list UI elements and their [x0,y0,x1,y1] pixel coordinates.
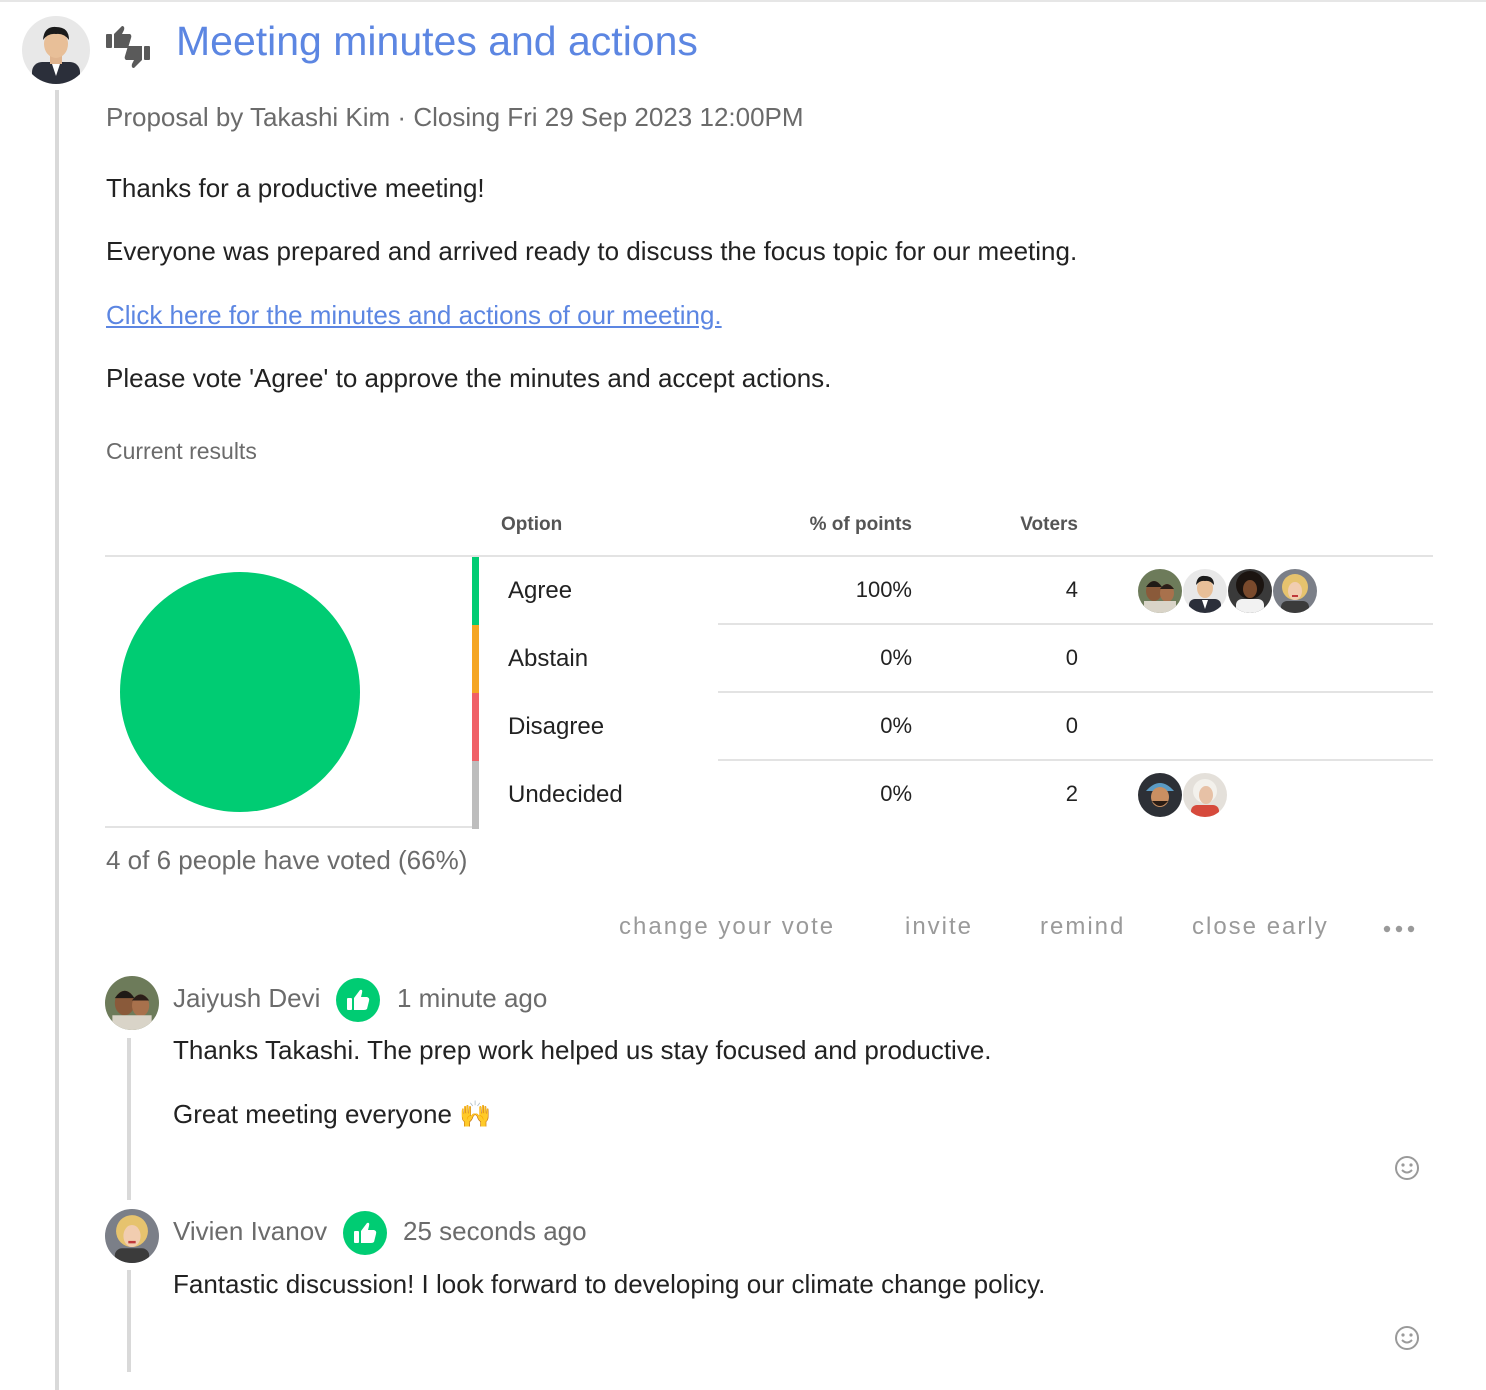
result-row-undecided: Undecided 0% 2 [472,761,1433,829]
body-paragraph: Everyone was prepared and arrived ready … [106,236,1078,266]
voted-summary: 4 of 6 people have voted (66%) [106,845,468,875]
comment-text: Thanks Takashi. The prep work helped us … [173,1035,992,1065]
pie-slice-agree [120,572,360,812]
body-paragraph: Please vote 'Agree' to approve the minut… [106,363,832,393]
thumbs-up-icon [336,978,380,1022]
option-voter-count: 2 [1065,781,1078,806]
option-color-bar [472,557,479,625]
option-voter-count: 0 [1065,645,1078,670]
voter-3-avatar[interactable] [1227,568,1273,614]
comment-timestamp: 1 minute ago [397,983,548,1013]
comment-author[interactable]: Jaiyush Devi [173,983,320,1014]
option-color-bar [472,693,479,761]
results-heading: Current results [106,438,257,464]
option-percent: 100% [855,577,912,602]
results-table: Option % of points Voters Agree 100% 4 A… [105,500,1433,830]
result-row-agree: Agree 100% 4 [472,557,1433,625]
option-percent: 0% [880,713,912,738]
author-avatar[interactable] [22,16,90,84]
jaiyush-devi-avatar[interactable] [1137,568,1183,614]
voter-5-avatar[interactable] [1137,772,1183,818]
option-label: Agree [508,577,573,604]
option-color-bar [472,761,479,829]
header-voters: Voters [1020,514,1078,535]
results-pie-chart [105,557,472,828]
voter-6-avatar[interactable] [1182,772,1228,818]
top-border [0,0,1486,2]
change-vote-button[interactable]: change your vote [619,913,835,941]
takashi-kim-avatar[interactable] [1182,568,1228,614]
poll-title[interactable]: Meeting minutes and actions [176,18,698,65]
thread-line [127,1038,131,1200]
option-label: Abstain [508,645,589,672]
poll-meta: Proposal by Takashi Kim · Closing Fri 29… [106,102,804,132]
divider [105,826,472,828]
header-option: Option [501,514,563,535]
more-horizontal-icon[interactable] [1382,915,1418,943]
option-percent: 0% [880,645,912,670]
thumbs-up-icon [343,1211,387,1255]
option-color-bar [472,625,479,693]
option-percent: 0% [880,781,912,806]
comment-text: Fantastic discussion! I look forward to … [173,1269,1046,1299]
comment-author[interactable]: Vivien Ivanov [173,1216,327,1247]
close-early-button[interactable]: close early [1192,913,1329,941]
invite-button[interactable]: invite [905,913,973,941]
add-reaction-icon[interactable] [1394,1155,1420,1181]
vivien-ivanov-avatar[interactable] [1272,568,1318,614]
thumbs-up-down-icon [104,24,152,70]
voter-avatars [1137,772,1228,818]
voter-avatars [1137,568,1318,614]
result-row-abstain: Abstain 0% 0 [472,625,1433,693]
vivien-ivanov-avatar[interactable] [105,1209,159,1263]
thread-line [127,1270,131,1372]
option-voter-count: 0 [1065,713,1078,738]
option-voter-count: 4 [1065,577,1078,602]
minutes-link[interactable]: Click here for the minutes and actions o… [106,300,722,331]
remind-button[interactable]: remind [1040,913,1125,941]
option-label: Disagree [508,713,605,740]
option-label: Undecided [508,781,623,808]
header-percent: % of points [809,514,912,535]
comment-text: Great meeting everyone 🙌 [173,1099,492,1129]
thread-line [55,90,59,1390]
add-reaction-icon[interactable] [1394,1325,1420,1351]
body-paragraph: Thanks for a productive meeting! [106,173,485,203]
result-row-disagree: Disagree 0% 0 [472,693,1433,761]
comment-timestamp: 25 seconds ago [403,1216,587,1246]
jaiyush-devi-avatar[interactable] [105,976,159,1030]
